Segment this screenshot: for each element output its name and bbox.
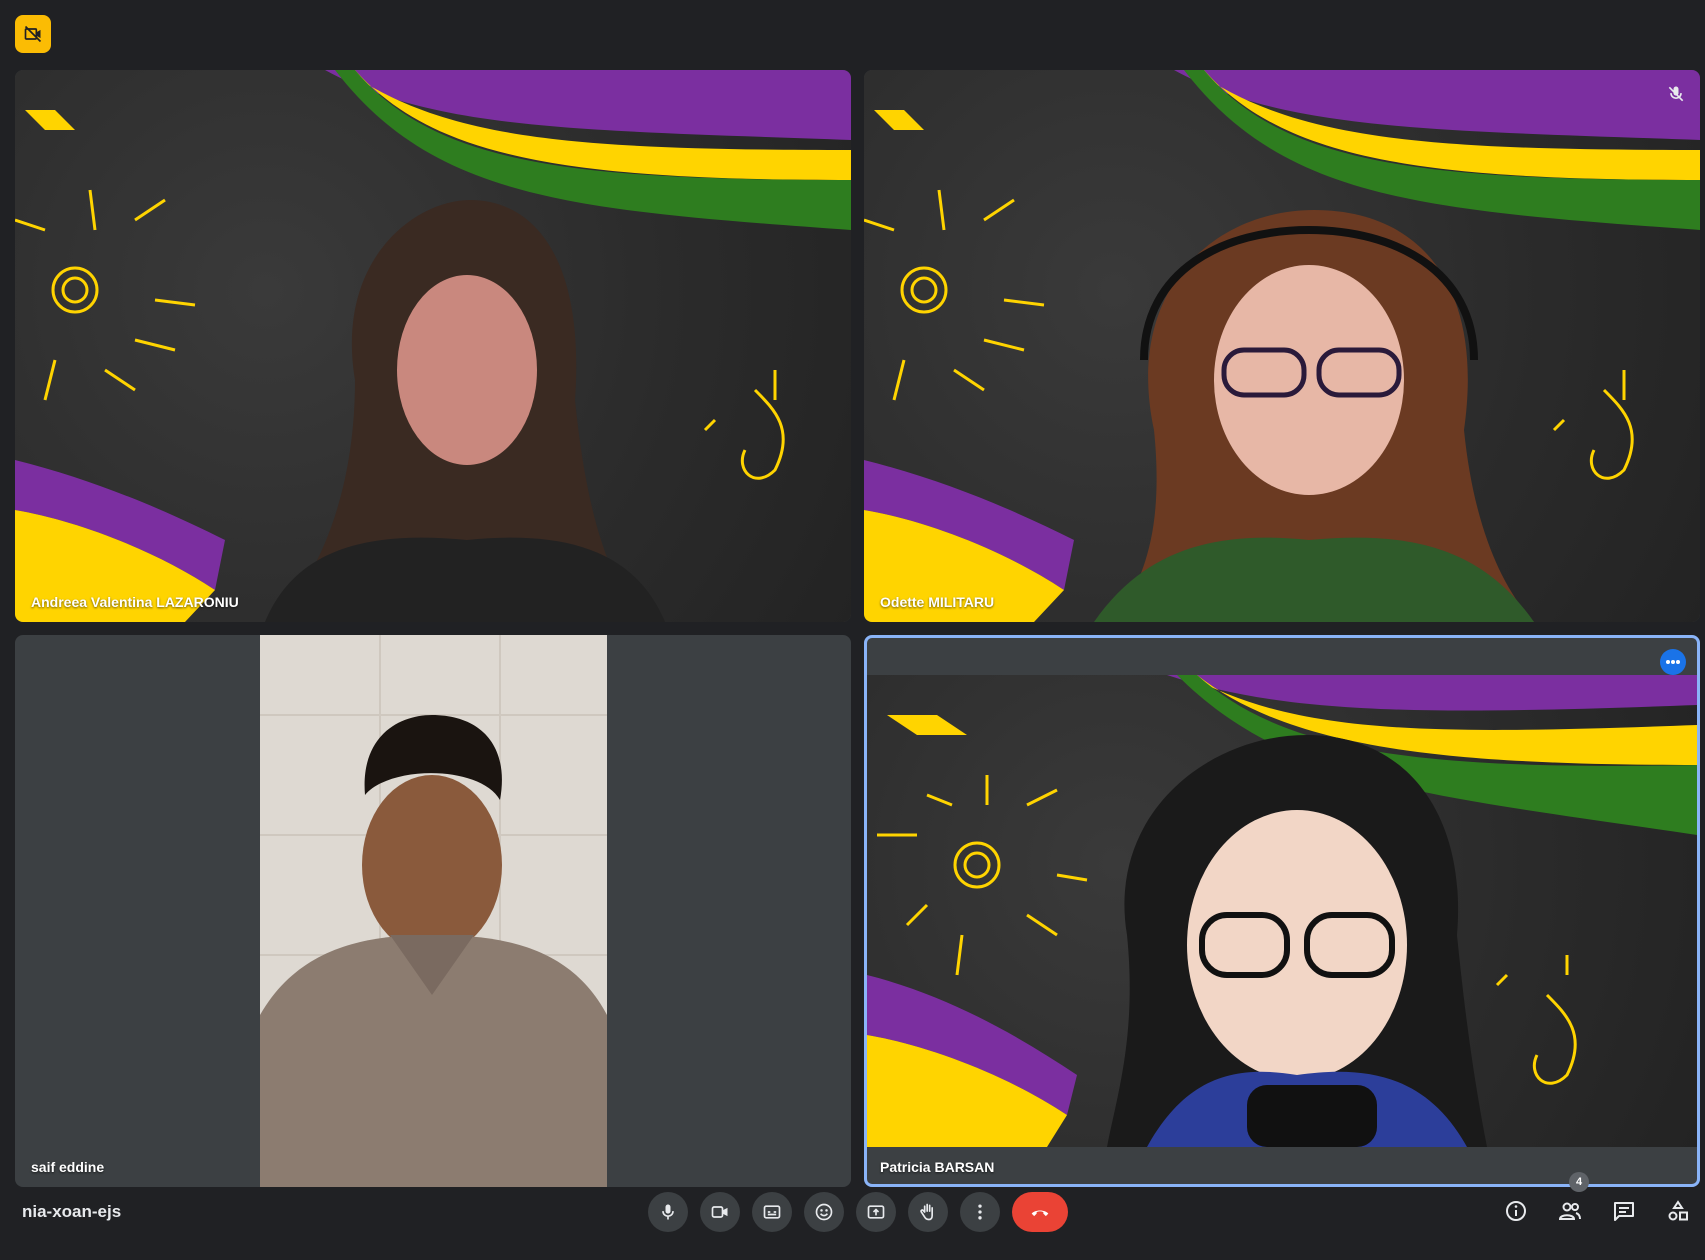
participant-name: Andreea Valentina LAZARONIU bbox=[31, 594, 239, 610]
participant-name: Odette MILITARU bbox=[880, 594, 995, 610]
people-icon bbox=[1558, 1202, 1581, 1220]
participant-video-feed bbox=[1107, 735, 1487, 1147]
info-icon bbox=[1506, 1201, 1526, 1221]
chat-icon bbox=[1614, 1202, 1634, 1221]
camera-icon bbox=[711, 1206, 728, 1218]
meeting-code: nia-xoan-ejs bbox=[22, 1202, 122, 1221]
captions-icon bbox=[763, 1205, 781, 1219]
participant-video-feed bbox=[1094, 210, 1534, 622]
participant-video-feed bbox=[260, 635, 607, 1187]
present-icon bbox=[867, 1205, 885, 1219]
side-panel-controls: 4 bbox=[1503, 1172, 1691, 1224]
mic-icon bbox=[662, 1204, 674, 1220]
participant-video-feed bbox=[265, 200, 665, 622]
camera-off-icon bbox=[24, 25, 42, 43]
shapes-icon bbox=[1668, 1200, 1688, 1221]
call-controls bbox=[648, 1192, 1068, 1232]
call-controls-bar: nia-xoan-ejs 4 bbox=[0, 1168, 1705, 1260]
camera-button[interactable] bbox=[700, 1192, 740, 1232]
reactions-button[interactable] bbox=[804, 1192, 844, 1232]
activities-button[interactable] bbox=[1665, 1198, 1691, 1224]
meeting-details-button[interactable] bbox=[1503, 1198, 1529, 1224]
muted-mic-icon bbox=[1668, 86, 1684, 102]
leave-call-button[interactable] bbox=[1012, 1192, 1068, 1232]
raise-hand-button[interactable] bbox=[908, 1192, 948, 1232]
hand-icon bbox=[920, 1203, 933, 1221]
people-button[interactable]: 4 bbox=[1557, 1172, 1589, 1224]
participant-tile-2[interactable]: Odette MILITARU bbox=[864, 70, 1700, 622]
captions-button[interactable] bbox=[752, 1192, 792, 1232]
more-options-button[interactable] bbox=[960, 1192, 1000, 1232]
microphone-button[interactable] bbox=[648, 1192, 688, 1232]
more-horiz-icon bbox=[1666, 660, 1680, 664]
participant-tile-1[interactable]: Andreea Valentina LAZARONIU bbox=[15, 70, 851, 622]
participants-count-badge: 4 bbox=[1569, 1172, 1589, 1192]
video-frame bbox=[867, 675, 1697, 1147]
participant-tile-4[interactable]: Patricia BARSAN bbox=[864, 635, 1700, 1187]
emoji-icon bbox=[815, 1203, 833, 1221]
present-button[interactable] bbox=[856, 1192, 896, 1232]
more-vert-icon bbox=[978, 1204, 982, 1220]
participant-tile-3[interactable]: saif eddine bbox=[15, 635, 851, 1187]
recording-badge[interactable] bbox=[15, 15, 51, 53]
tile-more-options-button[interactable] bbox=[1660, 649, 1686, 675]
phone-hangup-icon bbox=[1031, 1210, 1049, 1217]
chat-button[interactable] bbox=[1611, 1198, 1637, 1224]
